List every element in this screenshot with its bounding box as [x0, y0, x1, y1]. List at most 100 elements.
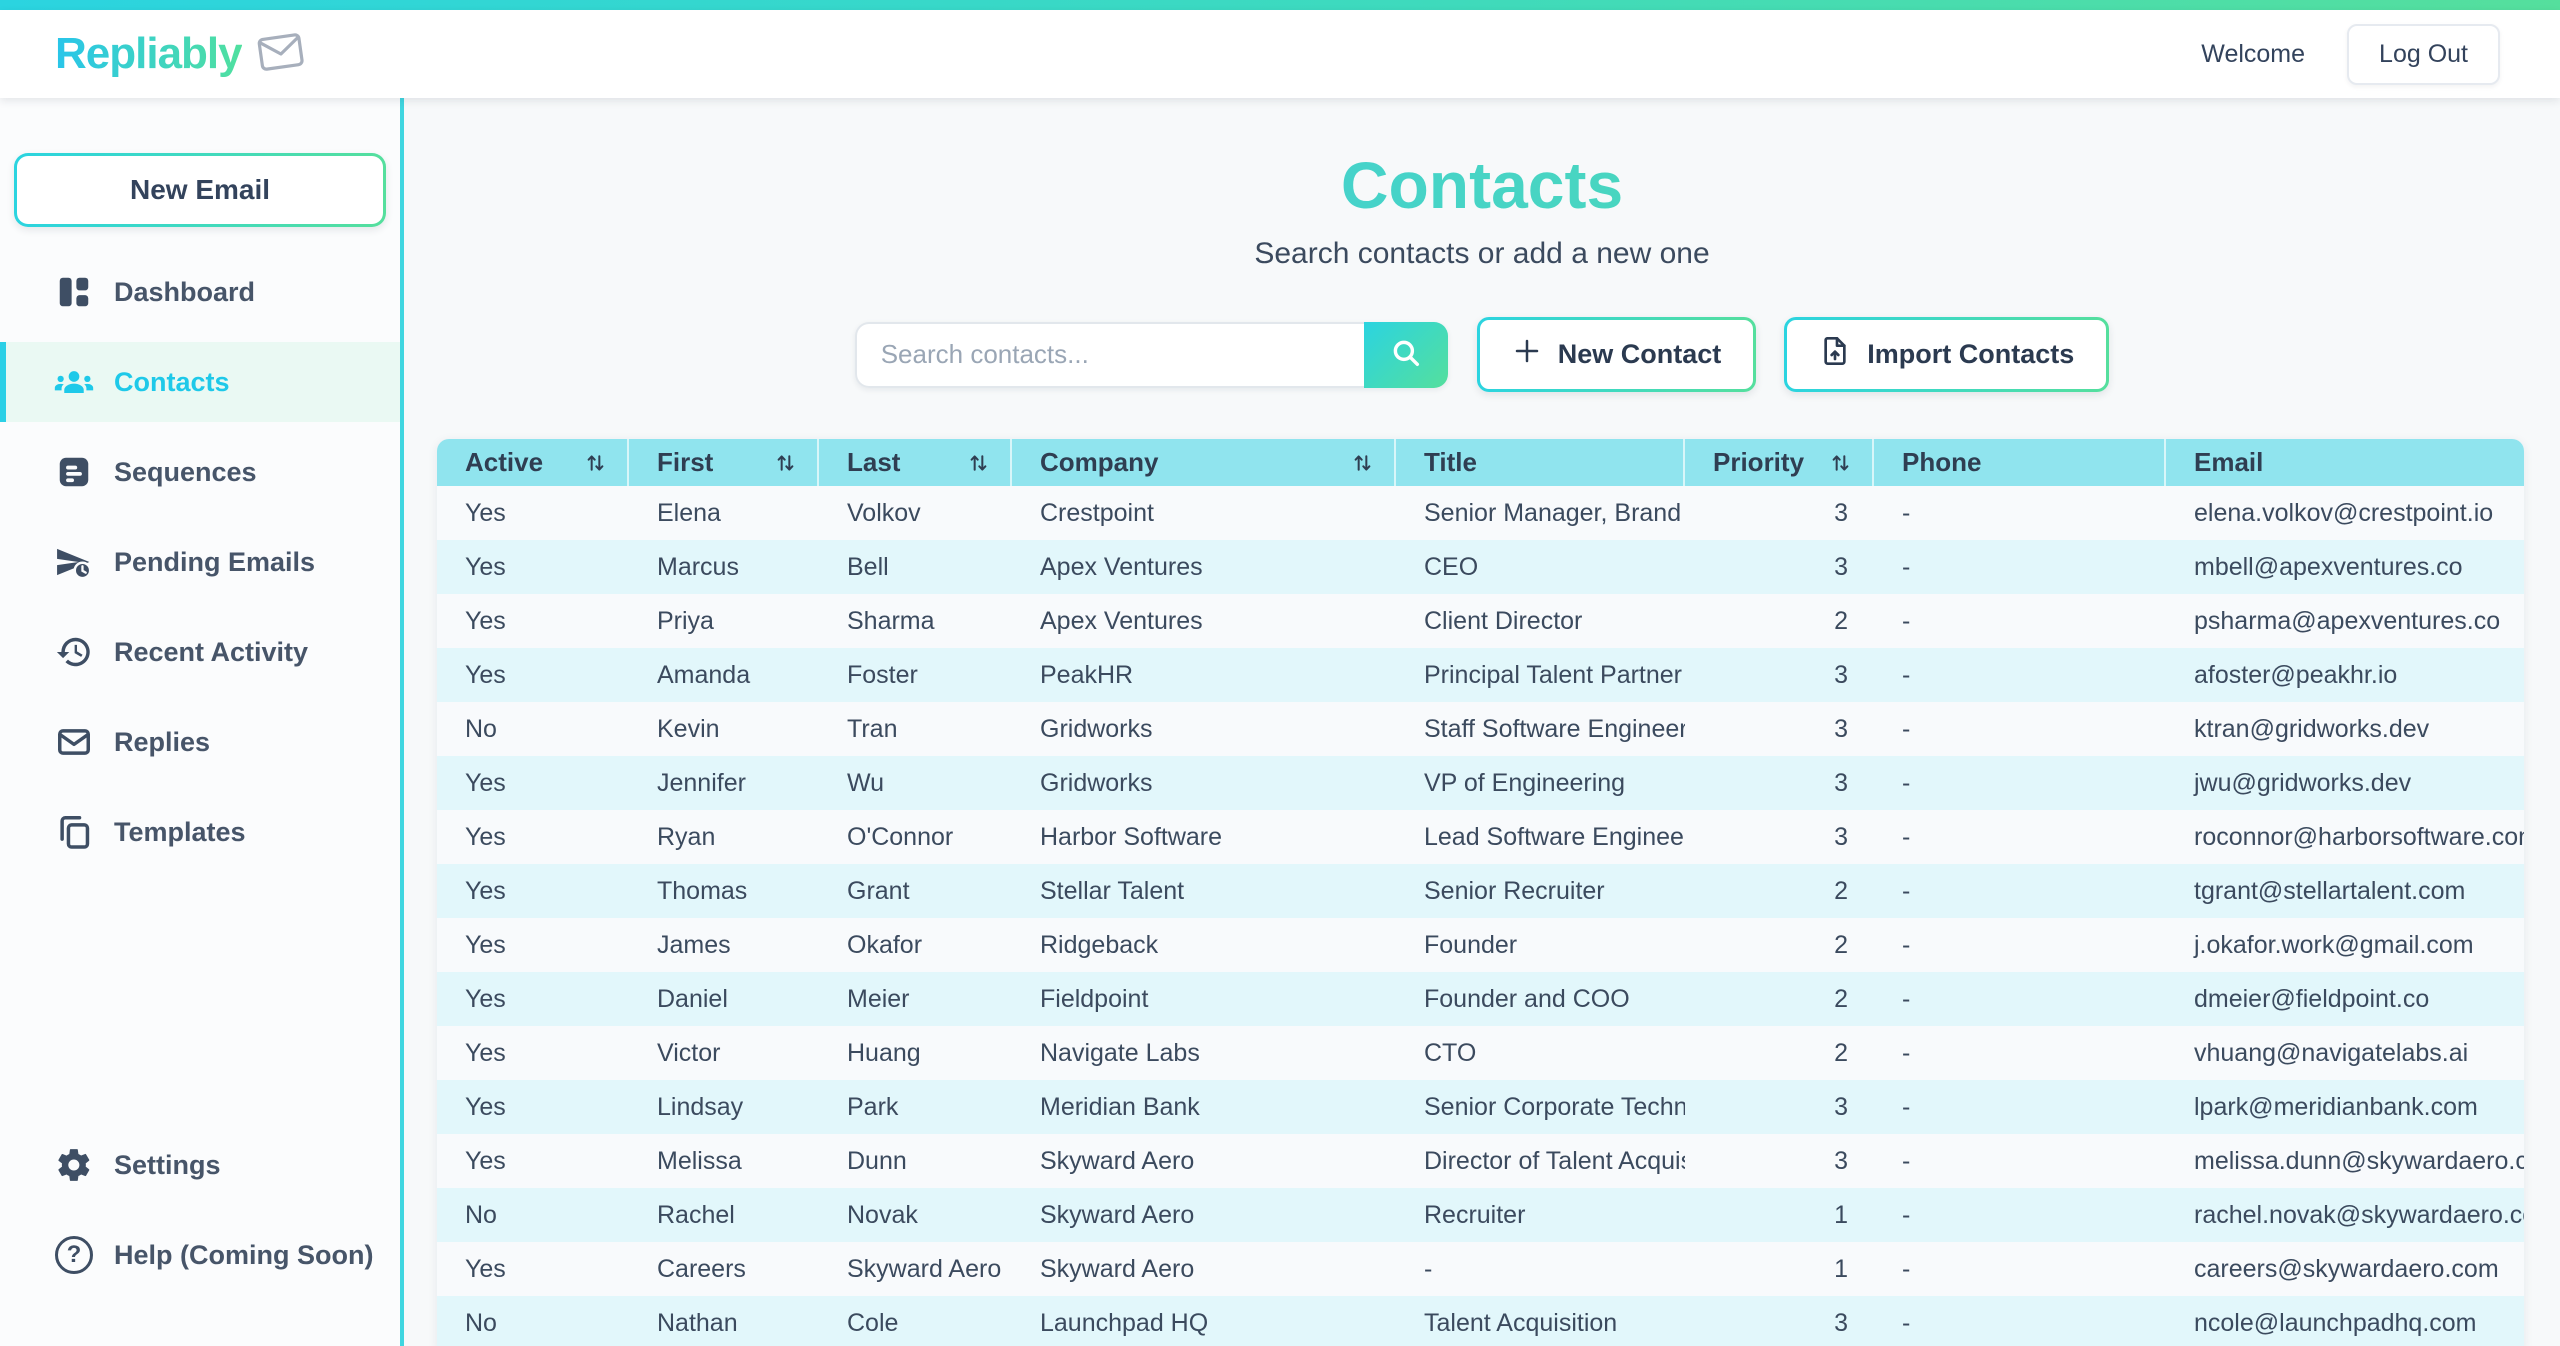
cell-first: Ryan [629, 810, 819, 864]
sidebar-item-recent-activity[interactable]: Recent Activity [0, 612, 400, 692]
sidebar-item-templates[interactable]: Templates [0, 792, 400, 872]
cell-priority: 3 [1685, 1296, 1874, 1346]
table-row[interactable]: YesRyanO'ConnorHarbor SoftwareLead Softw… [437, 810, 2524, 864]
sidebar: New Email Dashboard Contacts Sequences [0, 98, 404, 1346]
sidebar-item-label: Help (Coming Soon) [114, 1240, 373, 1271]
search-input[interactable] [855, 322, 1364, 388]
cell-priority: 2 [1685, 918, 1874, 972]
cell-email: dmeier@fieldpoint.co [2166, 972, 2524, 1026]
sidebar-item-label: Sequences [114, 457, 257, 488]
new-email-button[interactable]: New Email [14, 153, 386, 227]
cell-title: Senior Manager, Brand En [1396, 486, 1685, 540]
table-body: YesElenaVolkovCrestpointSenior Manager, … [437, 486, 2524, 1346]
help-icon: ? [52, 1236, 96, 1274]
sidebar-item-dashboard[interactable]: Dashboard [0, 252, 400, 332]
cell-first: Lindsay [629, 1080, 819, 1134]
sidebar-footer: Settings ? Help (Coming Soon) [0, 1125, 400, 1346]
cell-last: Cole [819, 1296, 1012, 1346]
table-row[interactable]: YesElenaVolkovCrestpointSenior Manager, … [437, 486, 2524, 540]
column-header-first[interactable]: First [629, 439, 819, 486]
cell-first: Marcus [629, 540, 819, 594]
cell-last: Meier [819, 972, 1012, 1026]
table-row[interactable]: YesCareersSkyward AeroSkyward Aero-1-car… [437, 1242, 2524, 1296]
cell-last: Grant [819, 864, 1012, 918]
sidebar-item-pending-emails[interactable]: Pending Emails [0, 522, 400, 602]
sort-icon[interactable] [584, 450, 607, 476]
cell-active: Yes [437, 648, 629, 702]
cell-company: Fieldpoint [1012, 972, 1396, 1026]
contacts-icon [52, 363, 96, 401]
cell-phone: - [1874, 1026, 2166, 1080]
brand-name: Repliably [55, 29, 242, 79]
cell-company: PeakHR [1012, 648, 1396, 702]
sort-icon[interactable] [1829, 450, 1852, 476]
new-contact-button[interactable]: New Contact [1477, 317, 1757, 392]
cell-email: tgrant@stellartalent.com [2166, 864, 2524, 918]
cell-last: Dunn [819, 1134, 1012, 1188]
column-label: Priority [1713, 447, 1804, 478]
cell-email: afoster@peakhr.io [2166, 648, 2524, 702]
table-row[interactable]: YesMarcusBellApex VenturesCEO3-mbell@ape… [437, 540, 2524, 594]
cell-active: No [437, 1188, 629, 1242]
table-row[interactable]: NoNathanColeLaunchpad HQTalent Acquisiti… [437, 1296, 2524, 1346]
import-contacts-label: Import Contacts [1867, 339, 2074, 370]
table-row[interactable]: YesJenniferWuGridworksVP of Engineering3… [437, 756, 2524, 810]
cell-company: Skyward Aero [1012, 1134, 1396, 1188]
sort-icon[interactable] [967, 450, 990, 476]
table-row[interactable]: YesDanielMeierFieldpointFounder and COO2… [437, 972, 2524, 1026]
brand-logo[interactable]: Repliably [55, 29, 304, 79]
dashboard-icon [52, 273, 96, 311]
sidebar-item-label: Settings [114, 1150, 221, 1181]
table-row[interactable]: YesThomasGrantStellar TalentSenior Recru… [437, 864, 2524, 918]
cell-first: Amanda [629, 648, 819, 702]
column-header-priority[interactable]: Priority [1685, 439, 1874, 486]
sidebar-item-label: Templates [114, 817, 246, 848]
cell-phone: - [1874, 756, 2166, 810]
cell-email: jwu@gridworks.dev [2166, 756, 2524, 810]
cell-title: Talent Acquisition [1396, 1296, 1685, 1346]
cell-first: Careers [629, 1242, 819, 1296]
cell-email: careers@skywardaero.com [2166, 1242, 2524, 1296]
cell-email: j.okafor.work@gmail.com [2166, 918, 2524, 972]
table-row[interactable]: YesMelissaDunnSkyward AeroDirector of Ta… [437, 1134, 2524, 1188]
column-header-company[interactable]: Company [1012, 439, 1396, 486]
cell-last: Novak [819, 1188, 1012, 1242]
cell-email: vhuang@navigatelabs.ai [2166, 1026, 2524, 1080]
sidebar-item-sequences[interactable]: Sequences [0, 432, 400, 512]
sidebar-item-replies[interactable]: Replies [0, 702, 400, 782]
cell-phone: - [1874, 540, 2166, 594]
cell-title: - [1396, 1242, 1685, 1296]
sort-icon[interactable] [774, 450, 797, 476]
cell-phone: - [1874, 864, 2166, 918]
table-row[interactable]: YesJamesOkaforRidgebackFounder2-j.okafor… [437, 918, 2524, 972]
search-group [855, 322, 1448, 388]
cell-title: Staff Software Engineer [1396, 702, 1685, 756]
cell-first: Thomas [629, 864, 819, 918]
table-row[interactable]: YesAmandaFosterPeakHRPrincipal Talent Pa… [437, 648, 2524, 702]
app-header: Repliably Welcome Log Out [0, 10, 2560, 98]
search-button[interactable] [1364, 322, 1448, 388]
column-header-last[interactable]: Last [819, 439, 1012, 486]
page-title: Contacts [404, 147, 2560, 223]
sort-icon[interactable] [1351, 450, 1374, 476]
cell-priority: 3 [1685, 1080, 1874, 1134]
sidebar-item-contacts[interactable]: Contacts [0, 342, 400, 422]
search-icon [1389, 336, 1423, 373]
table-row[interactable]: YesVictorHuangNavigate LabsCTO2-vhuang@n… [437, 1026, 2524, 1080]
table-row[interactable]: YesLindsayParkMeridian BankSenior Corpor… [437, 1080, 2524, 1134]
cell-priority: 2 [1685, 864, 1874, 918]
contacts-table: ActiveFirstLastCompanyTitlePriorityPhone… [437, 439, 2524, 1346]
table-row[interactable]: YesPriyaSharmaApex VenturesClient Direct… [437, 594, 2524, 648]
sidebar-item-help[interactable]: ? Help (Coming Soon) [0, 1215, 400, 1295]
table-row[interactable]: NoKevinTranGridworksStaff Software Engin… [437, 702, 2524, 756]
sidebar-item-settings[interactable]: Settings [0, 1125, 400, 1205]
table-row[interactable]: NoRachelNovakSkyward AeroRecruiter1-rach… [437, 1188, 2524, 1242]
cell-title: Recruiter [1396, 1188, 1685, 1242]
column-header-active[interactable]: Active [437, 439, 629, 486]
column-label: Title [1424, 447, 1477, 478]
cell-first: Nathan [629, 1296, 819, 1346]
cell-title: Founder [1396, 918, 1685, 972]
import-contacts-button[interactable]: Import Contacts [1784, 317, 2109, 392]
cell-priority: 2 [1685, 594, 1874, 648]
logout-button[interactable]: Log Out [2347, 24, 2500, 85]
